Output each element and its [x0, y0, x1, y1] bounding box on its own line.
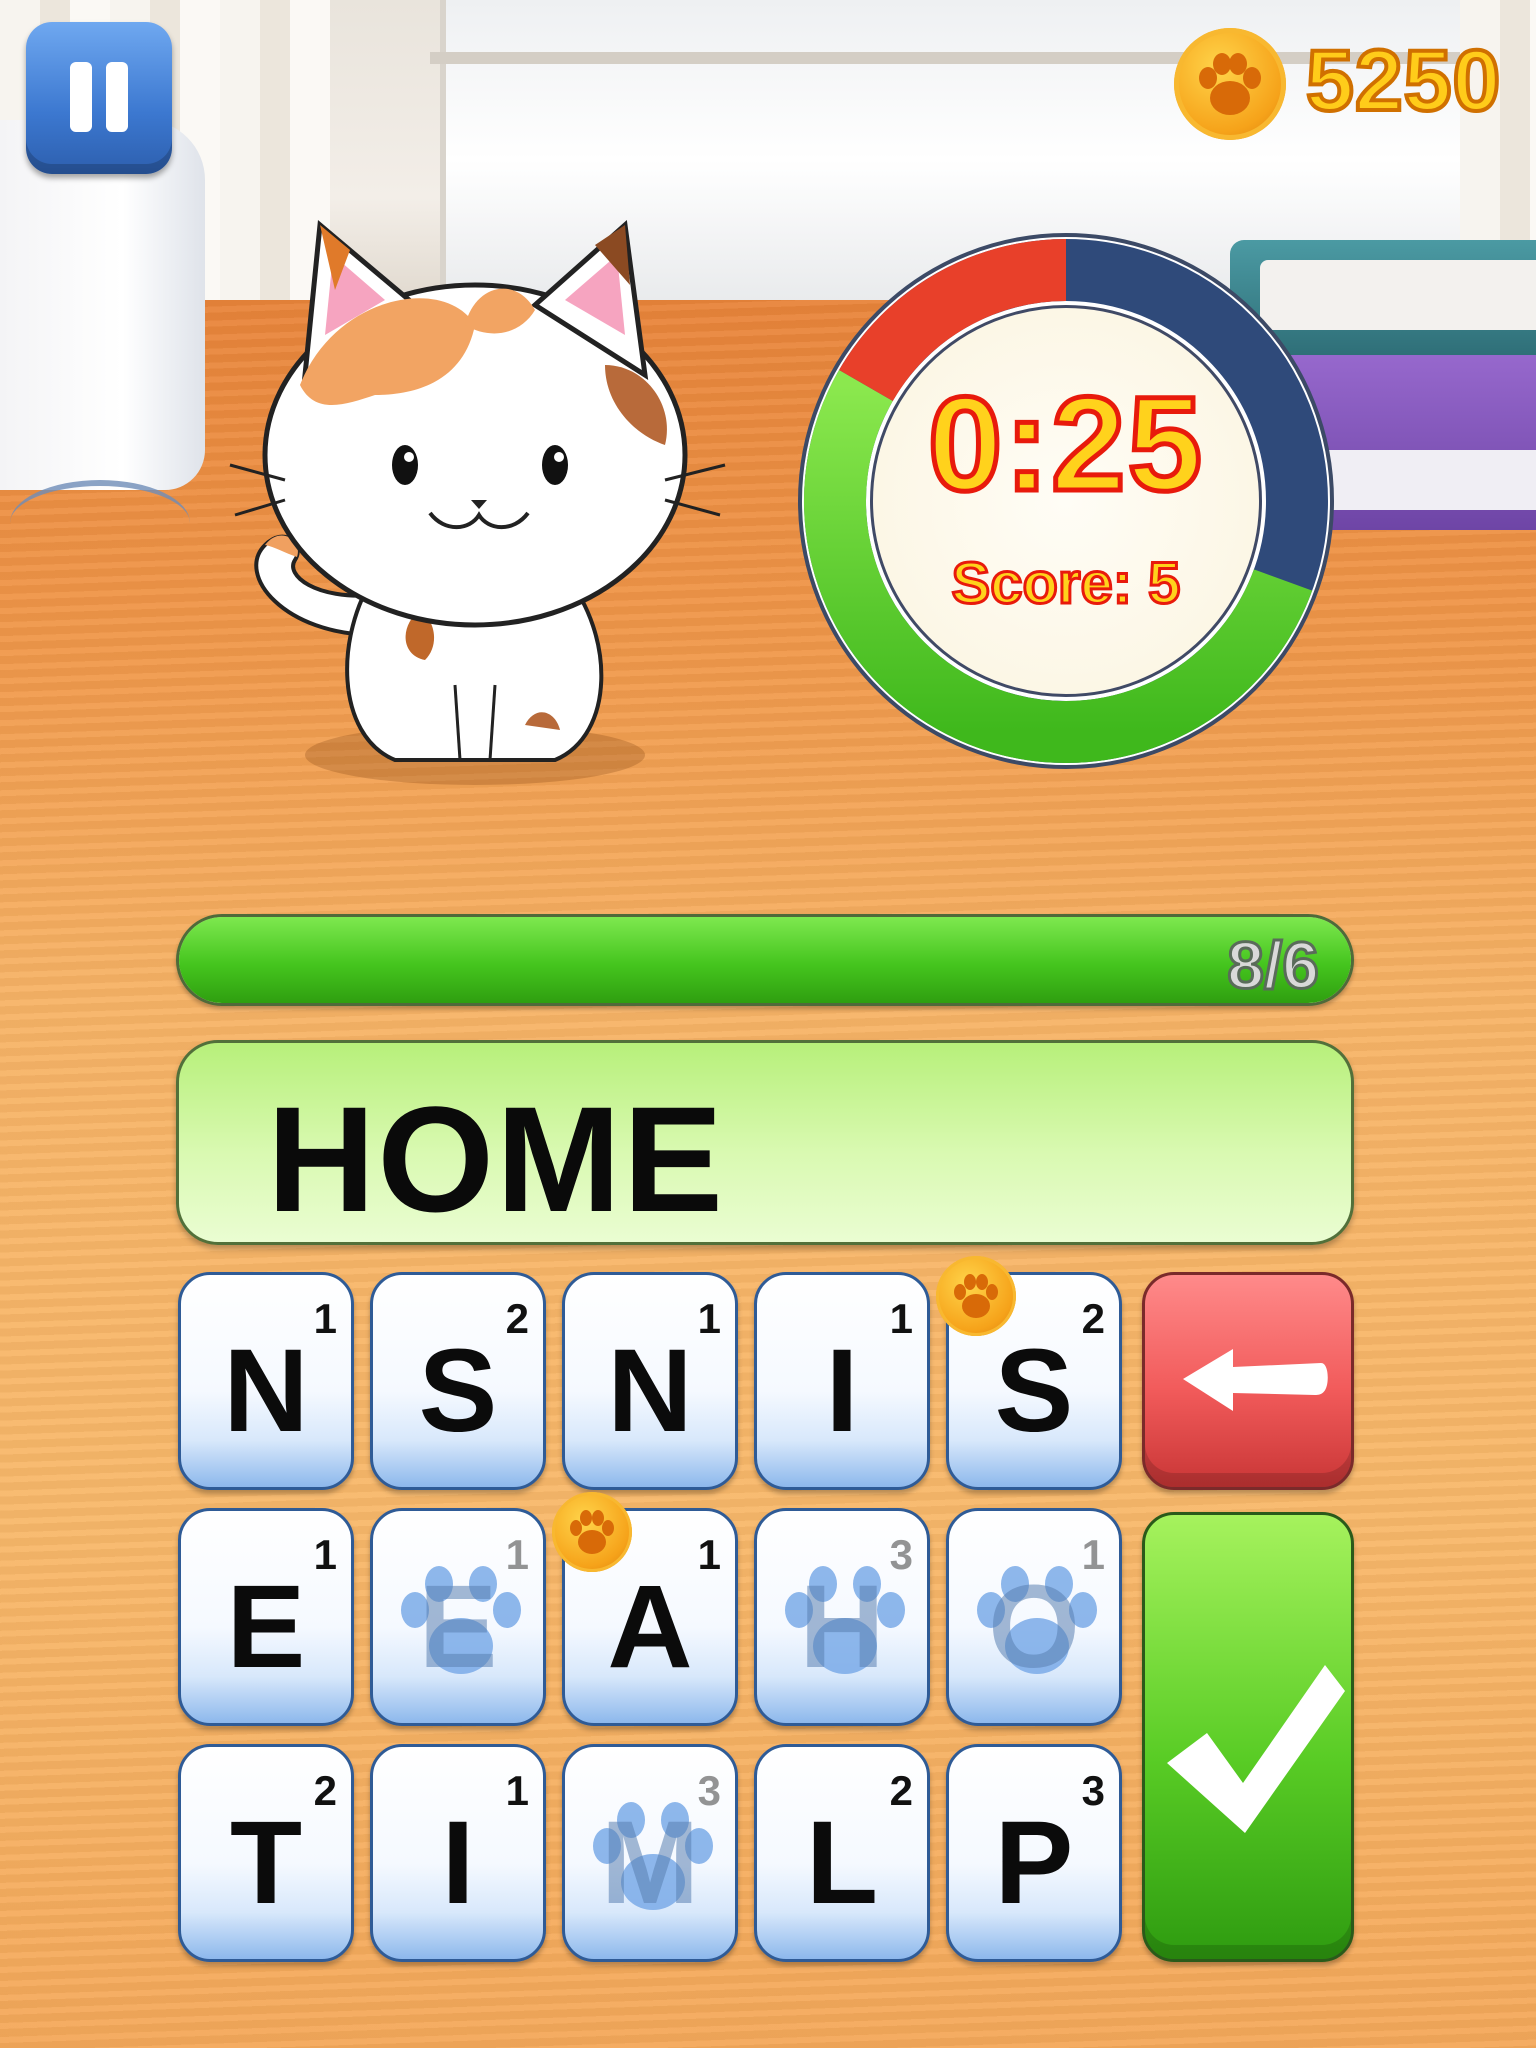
vase: [0, 120, 205, 490]
tile-letter: N: [607, 1325, 693, 1457]
tile-points: 1: [313, 1295, 337, 1342]
tile-points: 2: [313, 1767, 337, 1814]
paw-bonus-icon: [936, 1256, 1016, 1336]
letter-tile[interactable]: I1: [754, 1272, 930, 1490]
tile-points: 2: [889, 1767, 913, 1814]
tile-points: 1: [505, 1767, 529, 1814]
letter-tile[interactable]: E1: [178, 1508, 354, 1726]
tile-points: 1: [313, 1531, 337, 1578]
tile-letter: P: [994, 1797, 1074, 1929]
letter-tile[interactable]: I1: [370, 1744, 546, 1962]
timer-time: 0:25: [925, 368, 1205, 522]
tile-letter: E: [418, 1561, 498, 1693]
tile-letter: I: [825, 1325, 859, 1457]
tile-letter: O: [988, 1561, 1080, 1693]
countdown-timer: 0:25 Score: 5: [795, 230, 1337, 772]
tile-letter: T: [229, 1797, 303, 1929]
tile-points: 1: [697, 1295, 721, 1342]
tile-letter: M: [600, 1797, 700, 1929]
checkmark-icon: [1167, 1665, 1345, 1833]
paw-coin-icon: [1174, 28, 1286, 140]
letter-tile[interactable]: N1: [178, 1272, 354, 1490]
paw-bonus-icon: [552, 1492, 632, 1572]
tile-letter: S: [994, 1325, 1074, 1457]
tile-letter: E: [226, 1561, 306, 1693]
tile-points: 3: [889, 1531, 913, 1578]
tile-points: 1: [889, 1295, 913, 1342]
backspace-button[interactable]: [1142, 1272, 1354, 1490]
tile-letter: H: [799, 1561, 885, 1693]
tile-points: 3: [1081, 1767, 1105, 1814]
score-label: Score: 5: [950, 550, 1182, 618]
coin-counter: 5250: [1174, 20, 1504, 140]
letter-tile[interactable]: E1: [370, 1508, 546, 1726]
letter-tile[interactable]: N1: [562, 1272, 738, 1490]
words-progress-bar: 8/6: [176, 914, 1354, 1006]
progress-label: 8/6: [1226, 927, 1321, 1004]
tile-points: 1: [505, 1531, 529, 1578]
submit-word-button[interactable]: [1142, 1512, 1354, 1962]
progress-fill: [179, 917, 1351, 1003]
letter-tile[interactable]: M3: [562, 1744, 738, 1962]
tile-letter: S: [418, 1325, 498, 1457]
timer-face: 0:25 Score: 5: [870, 305, 1262, 697]
tile-points: 1: [697, 1531, 721, 1578]
coin-count: 5250: [1304, 31, 1502, 131]
tile-letter: L: [805, 1797, 879, 1929]
pause-button[interactable]: [26, 22, 172, 174]
cat-mascot: [225, 215, 745, 795]
letter-tile[interactable]: T2: [178, 1744, 354, 1962]
tile-points: 3: [697, 1767, 721, 1814]
tile-letter: A: [607, 1561, 693, 1693]
letter-tile[interactable]: O1: [946, 1508, 1122, 1726]
current-word-field: HOME: [176, 1040, 1354, 1245]
letter-tile[interactable]: L2: [754, 1744, 930, 1962]
tile-letter: N: [223, 1325, 309, 1457]
tile-points: 2: [1081, 1295, 1105, 1342]
tile-points: 1: [1081, 1531, 1105, 1578]
tile-letter: I: [441, 1797, 475, 1929]
letter-tile[interactable]: S2: [370, 1272, 546, 1490]
tile-points: 2: [505, 1295, 529, 1342]
letter-tile[interactable]: P3: [946, 1744, 1122, 1962]
letter-tile[interactable]: H3: [754, 1508, 930, 1726]
arrow-left-icon: [1183, 1349, 1328, 1411]
current-word: HOME: [267, 1075, 725, 1243]
